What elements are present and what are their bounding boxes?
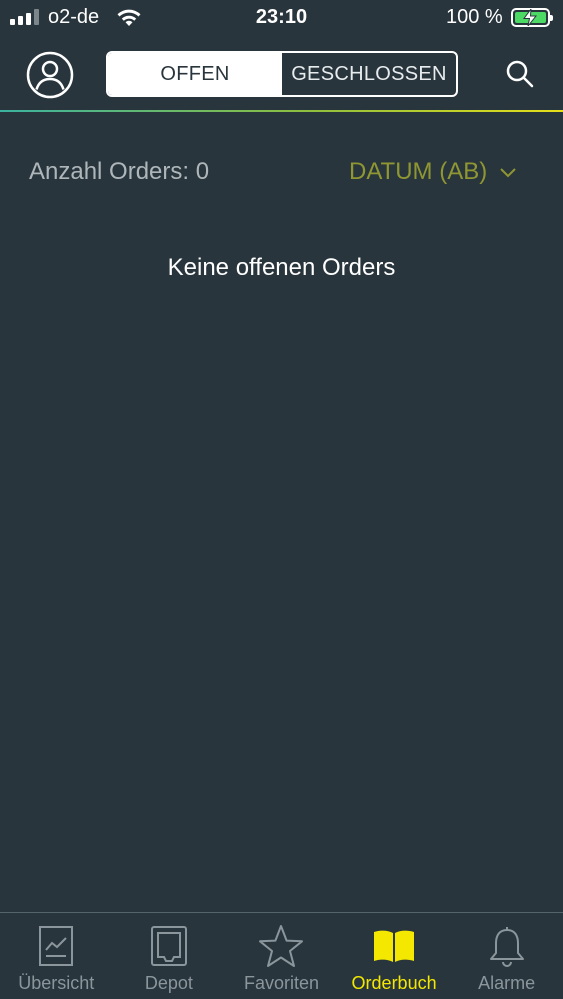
tab-label: Favoriten (243, 973, 319, 993)
battery-charging-icon (511, 8, 553, 27)
sort-dropdown[interactable]: DATUM (AB) (349, 158, 517, 186)
tab-label: Übersicht (18, 973, 95, 993)
tab-orderbuch[interactable]: Orderbuch (338, 913, 451, 999)
tab-uebersicht[interactable]: Übersicht (0, 913, 113, 999)
open-book-icon (374, 930, 415, 962)
order-status-segmented-control: OFFEN GESCHLOSSEN (106, 51, 458, 97)
tab-offen[interactable]: OFFEN (108, 53, 282, 95)
bottom-tab-bar: Übersicht Depot Favoriten Orderbuch Alar… (0, 912, 563, 999)
status-bar: o2-de 23:10 100 % (0, 0, 563, 36)
tab-alarme[interactable]: Alarme (450, 913, 563, 999)
tab-label: Alarme (478, 973, 536, 993)
chevron-down-icon (500, 168, 516, 178)
search-icon[interactable] (504, 58, 536, 90)
profile-icon[interactable] (26, 51, 74, 99)
tab-favoriten[interactable]: Favoriten (225, 913, 338, 999)
empty-state-message: Keine offenen Orders (167, 254, 396, 281)
battery-percentage: 100 % (446, 6, 503, 28)
tab-label: Orderbuch (351, 973, 437, 993)
orders-count-label: Anzahl Orders: 0 (29, 158, 210, 185)
bell-icon (489, 927, 524, 967)
chart-document-icon (39, 926, 74, 966)
tab-label: Depot (144, 973, 193, 993)
star-icon (259, 925, 304, 967)
sort-label: DATUM (AB) (349, 158, 488, 185)
wallet-icon (150, 926, 187, 966)
tab-depot[interactable]: Depot (113, 913, 226, 999)
header-divider (0, 110, 563, 112)
app-header: OFFEN GESCHLOSSEN (0, 36, 563, 112)
tab-geschlossen[interactable]: GESCHLOSSEN (282, 53, 456, 95)
